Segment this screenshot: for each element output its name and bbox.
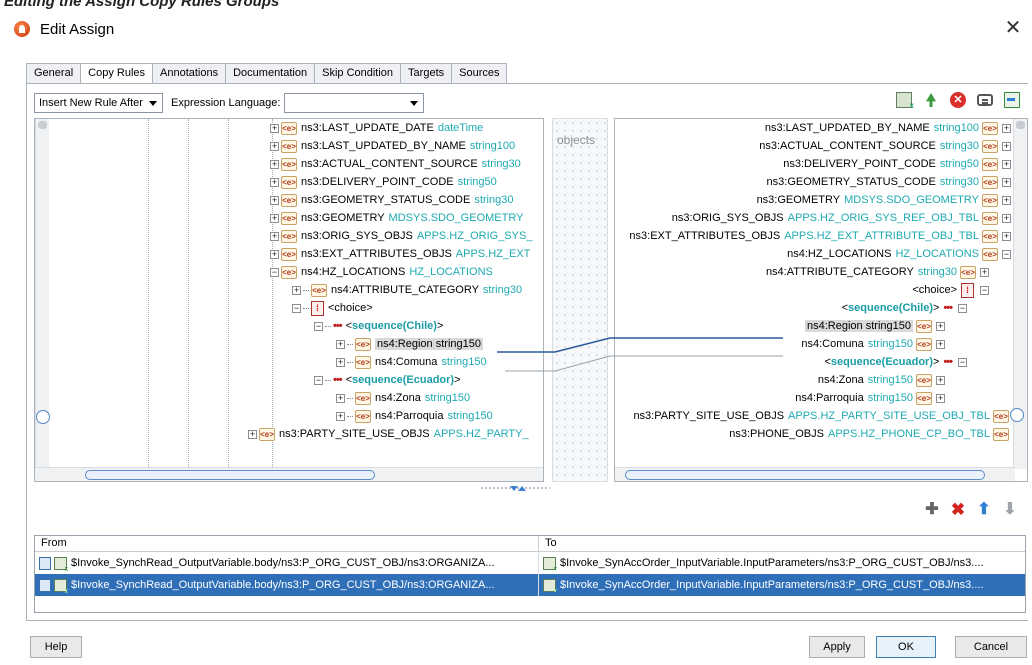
copy-rules-table: From To $Invoke_SynchRead_OutputVariable… xyxy=(34,535,1026,613)
source-tree-pane[interactable]: + <e> ns3:LAST_UPDATE_DATE dateTime + <e> ns3… xyxy=(34,118,544,482)
tab-bar: General Copy Rules Annotations Documenta… xyxy=(26,63,508,84)
expand-tree-icon[interactable] xyxy=(923,92,939,108)
rule-icon xyxy=(39,556,51,570)
source-node-selected[interactable]: + <e> ns4:Region string150 xyxy=(336,335,483,353)
rule-to: $Invoke_SynAccOrder_InputVariable.InputP… xyxy=(560,557,984,569)
target-node[interactable]: ns3:ACTUAL_CONTENT_SOURCE string30 <e> + xyxy=(759,137,1011,155)
target-node[interactable]: ns4:ATTRIBUTE_CATEGORY string30 <e> + xyxy=(766,263,989,281)
source-node[interactable]: + <e> ns3:GEOMETRY MDSYS.SDO_GEOMETRY xyxy=(270,209,523,227)
target-node[interactable]: ns3:DELIVERY_POINT_CODE string50 <e> + xyxy=(783,155,1011,173)
rule-actions: ✚ ✖ ⬆ ⬇ xyxy=(924,501,1018,518)
page-caption: Editing the Assign Copy Rules Groups xyxy=(4,0,280,10)
chevron-down-icon xyxy=(149,101,157,106)
target-node[interactable]: ns3:EXT_ATTRIBUTES_OBJS APPS.HZ_EXT_ATTRI… xyxy=(629,227,1011,245)
source-node[interactable]: + <e> ns3:EXT_ATTRIBUTES_OBJS APPS.HZ_EXT xyxy=(270,245,530,263)
remove-rule-icon[interactable]: ✖ xyxy=(950,501,966,518)
collapse-down-icon[interactable] xyxy=(510,486,518,491)
auto-map-icon[interactable] xyxy=(1004,92,1020,108)
target-scroll-bubble[interactable] xyxy=(1010,408,1024,422)
source-horizontal-scrollbar[interactable] xyxy=(35,467,543,481)
variable-icon xyxy=(543,578,557,592)
variable-icon xyxy=(54,578,68,595)
insert-mode-select[interactable]: Insert New Rule After xyxy=(34,93,163,113)
dialog-title: Edit Assign xyxy=(40,20,115,38)
source-node[interactable]: + <e> ns4:ATTRIBUTE_CATEGORY string30 xyxy=(292,281,522,299)
tab-annotations[interactable]: Annotations xyxy=(152,63,227,83)
expression-language-select[interactable] xyxy=(284,93,425,113)
copy-rules-toolbar: Insert New Rule After Expression Languag… xyxy=(34,92,425,114)
close-icon[interactable]: ✕ xyxy=(1000,16,1026,42)
target-node[interactable]: ns3:PARTY_SITE_USE_OBJS APPS.HZ_PARTY_SIT… xyxy=(633,407,1011,425)
target-node[interactable]: ns3:ORIG_SYS_OBJS APPS.HZ_ORIG_SYS_REF_OB… xyxy=(672,209,1011,227)
variable-icon xyxy=(54,556,68,573)
variable-icon xyxy=(543,556,557,570)
apply-button[interactable]: Apply xyxy=(809,636,865,658)
target-node[interactable]: ns3:GEOMETRY_STATUS_CODE string30 <e> + xyxy=(767,173,1011,191)
dialog-titlebar: Edit Assign ✕ xyxy=(0,12,1032,46)
add-rule-icon[interactable]: ✚ xyxy=(924,502,940,518)
move-up-icon[interactable]: ⬆ xyxy=(976,502,992,518)
edit-assign-icon xyxy=(14,21,30,37)
from-column-header: From xyxy=(35,536,539,551)
source-node[interactable]: + <e> ns3:GEOMETRY_STATUS_CODE string30 xyxy=(270,191,513,209)
insert-mode-value: Insert New Rule After xyxy=(39,97,143,109)
rule-from: $Invoke_SynchRead_OutputVariable.body/ns… xyxy=(71,557,495,569)
source-node[interactable]: + <e> ns4:Zona string150 xyxy=(336,389,470,407)
source-node[interactable]: + <e> ns3:LAST_UPDATE_DATE dateTime xyxy=(270,119,483,137)
delete-rule-icon[interactable]: ✕ xyxy=(950,92,966,108)
splitter-handle[interactable] xyxy=(480,486,550,491)
chevron-down-icon xyxy=(410,101,419,106)
table-header: From To xyxy=(35,536,1025,552)
source-scroll-bubble[interactable] xyxy=(36,410,50,424)
source-node[interactable]: + <e> ns4:Parroquia string150 xyxy=(336,407,493,425)
move-down-icon[interactable]: ⬇ xyxy=(1002,502,1018,518)
rule-icon xyxy=(39,578,51,592)
target-node[interactable]: ns3:GEOMETRY MDSYS.SDO_GEOMETRY <e> + xyxy=(757,191,1011,209)
source-node[interactable]: + <e> ns3:ACTUAL_CONTENT_SOURCE string30 xyxy=(270,155,521,173)
expression-language-label: Expression Language: xyxy=(171,97,281,109)
table-row[interactable]: $Invoke_SynchRead_OutputVariable.body/ns… xyxy=(35,552,1025,574)
tab-skip-condition[interactable]: Skip Condition xyxy=(314,63,402,83)
tab-sources[interactable]: Sources xyxy=(451,63,508,83)
tree-toolbar-icons: ✕ xyxy=(896,92,1020,110)
source-node[interactable]: − ••• < sequence(Chile) > xyxy=(314,317,443,335)
cancel-button[interactable]: Cancel xyxy=(955,636,1027,658)
properties-icon[interactable] xyxy=(977,94,993,106)
source-node[interactable]: − <e> ns4:HZ_LOCATIONS HZ_LOCATIONS xyxy=(270,263,493,281)
source-node[interactable]: + <e> ns3:DELIVERY_POINT_CODE string50 xyxy=(270,173,497,191)
source-node[interactable]: − ⁞ <choice> xyxy=(292,299,373,317)
source-node[interactable]: + <e> ns3:ORIG_SYS_OBJS APPS.HZ_ORIG_SYS_ xyxy=(270,227,532,245)
rule-to: $Invoke_SynAccOrder_InputVariable.InputP… xyxy=(560,579,984,591)
target-node[interactable]: ns3:PHONE_OBJS APPS.HZ_PHONE_CP_BO_TBL <e> xyxy=(729,425,1011,443)
to-column-header: To xyxy=(545,537,557,549)
help-button[interactable]: Help xyxy=(30,636,82,658)
target-node[interactable]: ns4:HZ_LOCATIONS HZ_LOCATIONS <e> − xyxy=(787,245,1011,263)
target-node[interactable]: ns4:Zona string150 <e> + xyxy=(818,371,945,389)
table-row-selected[interactable]: $Invoke_SynchRead_OutputVariable.body/ns… xyxy=(35,574,1025,596)
target-horizontal-scrollbar[interactable] xyxy=(615,467,1015,481)
source-node[interactable]: − ••• < sequence(Ecuador) > xyxy=(314,371,461,389)
target-node-selected[interactable]: ns4:Region string150 <e> + xyxy=(805,317,945,335)
target-node[interactable]: ns4:Comuna string150 <e> + xyxy=(801,335,945,353)
tab-general[interactable]: General xyxy=(26,63,82,83)
target-tree-pane[interactable]: ns3:LAST_UPDATED_BY_NAME string100 <e> + ns… xyxy=(614,118,1028,482)
tab-documentation[interactable]: Documentation xyxy=(225,63,316,83)
ok-button[interactable]: OK xyxy=(876,636,936,658)
target-node[interactable]: ns4:Parroquia string150 <e> + xyxy=(795,389,945,407)
tab-copy-rules[interactable]: Copy Rules xyxy=(80,63,153,84)
target-node[interactable]: < sequence(Chile) > ••• − xyxy=(842,299,967,317)
objects-label: objects xyxy=(557,133,596,147)
tab-targets[interactable]: Targets xyxy=(400,63,453,83)
source-node[interactable]: + <e> ns3:LAST_UPDATED_BY_NAME string100 xyxy=(270,137,515,155)
target-node[interactable]: ns3:LAST_UPDATED_BY_NAME string100 <e> + xyxy=(765,119,1011,137)
rule-from: $Invoke_SynchRead_OutputVariable.body/ns… xyxy=(71,579,495,591)
mapping-canvas[interactable]: objects xyxy=(552,118,608,482)
target-node[interactable]: < sequence(Ecuador) > ••• − xyxy=(824,353,967,371)
expand-up-icon[interactable] xyxy=(518,486,526,491)
source-node[interactable]: + <e> ns3:PARTY_SITE_USE_OBJS APPS.HZ_PARTY… xyxy=(248,425,529,443)
target-node[interactable]: <choice> ⁞ − xyxy=(912,281,989,299)
show-rules-icon[interactable] xyxy=(896,92,914,110)
source-node[interactable]: + <e> ns4:Comuna string150 xyxy=(336,353,487,371)
